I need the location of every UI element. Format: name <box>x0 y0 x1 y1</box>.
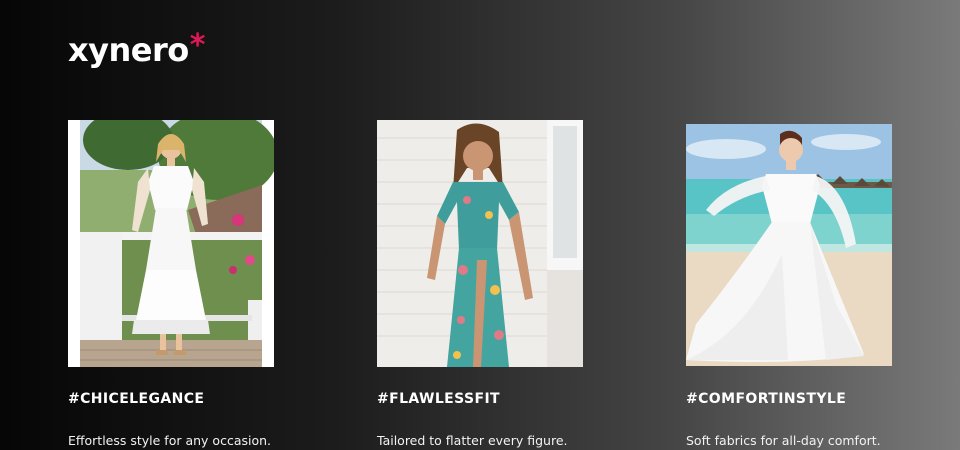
card-hashtag[interactable]: #FLAWLESSFIT <box>377 389 500 409</box>
card-hashtag[interactable]: #CHICELEGANCE <box>68 389 204 409</box>
product-card-flawless-fit[interactable]: #FLAWLESSFIT Tailored to flatter every f… <box>377 0 607 450</box>
card-description: Soft fabrics for all-day comfort. <box>686 433 881 448</box>
product-photo-white-lace-dress[interactable] <box>68 120 274 367</box>
product-photo-white-beach-gown[interactable] <box>686 124 892 366</box>
card-description: Effortless style for any occasion. <box>68 433 272 448</box>
product-card-chic-elegance[interactable]: #CHICELEGANCE Effortless style for any o… <box>68 0 298 450</box>
card-hashtag[interactable]: #COMFORTINSTYLE <box>686 389 846 409</box>
card-description: Tailored to flatter every figure. <box>377 433 568 448</box>
product-photo-floral-wrap-dress[interactable] <box>377 120 583 367</box>
product-card-comfort-in-style[interactable]: #COMFORTINSTYLE Soft fabrics for all-day… <box>686 0 916 450</box>
